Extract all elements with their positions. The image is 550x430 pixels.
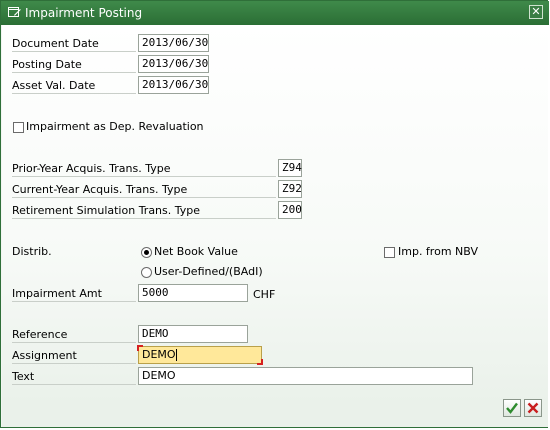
posting-date-label: Posting Date [12, 58, 136, 73]
cancel-icon [527, 402, 539, 414]
text-cursor [175, 349, 177, 361]
cancel-button[interactable] [524, 399, 542, 417]
posting-date-field[interactable]: 2013/06/30 [138, 55, 209, 73]
imp-from-nbv-checkbox[interactable] [384, 247, 395, 258]
prior-year-trans-type-label: Prior-Year Acquis. Trans. Type [12, 162, 276, 177]
currency-label: CHF [253, 288, 276, 301]
title-bar: Impairment Posting ✕ [1, 1, 549, 25]
document-date-field[interactable]: 2013/06/30 [138, 34, 209, 52]
text-label: Text [12, 370, 136, 385]
close-icon: ✕ [531, 5, 541, 18]
asset-val-date-label: Asset Val. Date [12, 79, 136, 94]
radio-user-defined-badi-label: User-Defined/(BAdI) [154, 265, 263, 278]
retirement-sim-trans-type-label: Retirement Simulation Trans. Type [12, 204, 276, 219]
radio-net-book-value[interactable] [141, 247, 152, 258]
document-date-label: Document Date [12, 37, 136, 52]
impairment-amt-field[interactable]: 5000 [138, 284, 248, 302]
window-title: Impairment Posting [25, 6, 143, 20]
dialog-footer [2, 405, 548, 427]
radio-net-book-value-label: Net Book Value [154, 245, 238, 258]
reference-label: Reference [12, 328, 136, 343]
prior-year-trans-type-field[interactable]: Z94 [278, 159, 302, 177]
impairment-amt-label: Impairment Amt [12, 287, 136, 302]
current-year-trans-type-label: Current-Year Acquis. Trans. Type [12, 183, 276, 198]
assignment-label: Assignment [12, 349, 136, 364]
imp-from-nbv-label: Imp. from NBV [398, 245, 478, 258]
checkmark-icon [506, 402, 518, 414]
radio-user-defined-badi[interactable] [141, 267, 152, 278]
distrib-label: Distrib. [12, 245, 52, 258]
asset-val-date-field[interactable]: 2013/06/30 [138, 76, 209, 94]
assignment-value: DEMO [142, 348, 176, 361]
impairment-dep-reval-checkbox[interactable] [13, 122, 24, 133]
confirm-button[interactable] [503, 399, 521, 417]
current-year-trans-type-field[interactable]: Z92 [278, 180, 302, 198]
close-button[interactable]: ✕ [529, 5, 543, 19]
edit-window-icon [8, 6, 21, 18]
dialog-window: Impairment Posting ✕ Document Date 2013/… [0, 0, 549, 428]
assignment-field[interactable]: DEMO [137, 345, 263, 365]
text-field[interactable]: DEMO [138, 367, 473, 385]
impairment-dep-reval-label: Impairment as Dep. Revaluation [26, 120, 204, 133]
retirement-sim-trans-type-field[interactable]: 200 [278, 201, 302, 219]
reference-field[interactable]: DEMO [138, 325, 248, 343]
